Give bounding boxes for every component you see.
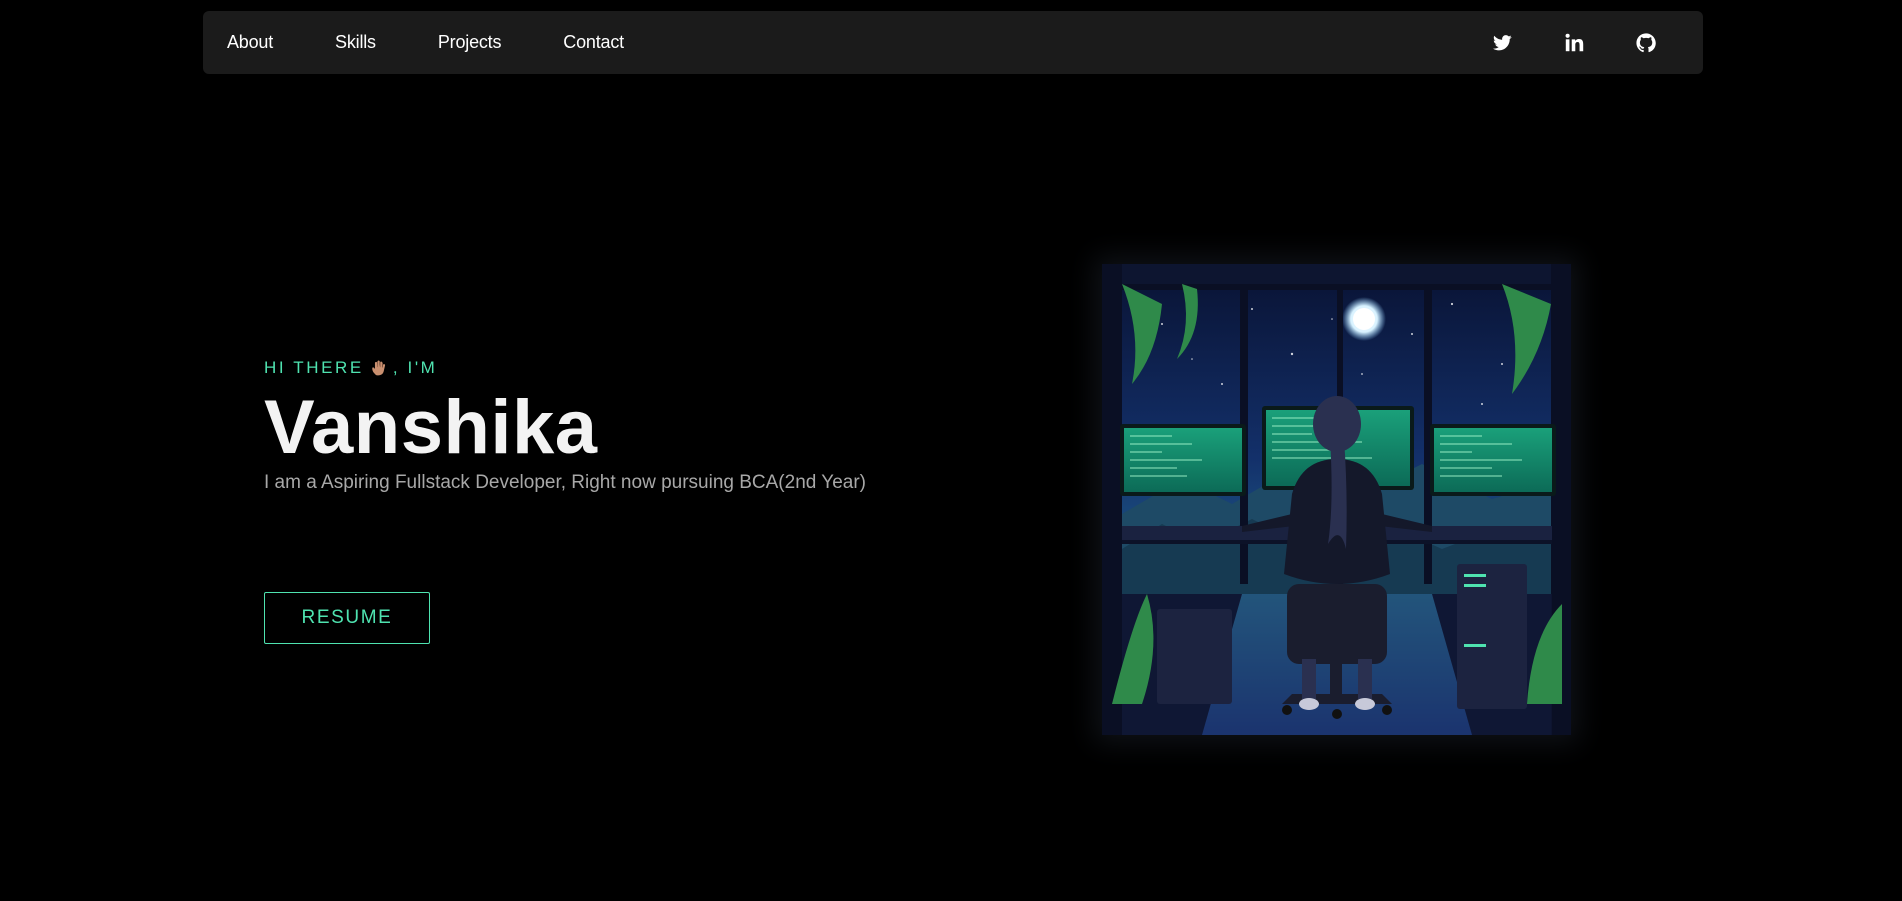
twitter-icon [1492,34,1512,50]
github-link[interactable] [1635,32,1657,54]
greeting-suffix: , I'M [392,358,438,377]
nav-link-about[interactable]: About [227,32,273,53]
twitter-link[interactable] [1491,32,1513,54]
portfolio-page: About Skills Projects Contact HI THERE ,… [0,0,1902,901]
resume-button[interactable]: RESUME [264,592,430,644]
greeting-prefix: HI THERE [264,358,364,377]
hero-tagline: I am a Aspiring Fullstack Developer, Rig… [264,472,866,493]
nav-link-projects[interactable]: Projects [438,32,502,53]
linkedin-link[interactable] [1563,32,1585,54]
nav-links: About Skills Projects Contact [227,32,686,53]
hero-section: HI THERE , I'M Vanshika I am a Aspiring … [264,356,964,496]
nav-link-skills[interactable]: Skills [335,32,376,53]
social-links [1441,32,1657,54]
greeting: HI THERE , I'M [264,356,964,380]
waving-hand-icon [372,360,385,376]
navbar: About Skills Projects Contact [203,11,1703,74]
hero-name: Vanshika [264,385,598,470]
linkedin-icon [1565,33,1583,52]
nav-link-contact[interactable]: Contact [563,32,624,53]
hero-illustration [1102,264,1571,735]
developer-at-desk-illustration [1102,264,1571,735]
github-icon [1636,32,1656,52]
